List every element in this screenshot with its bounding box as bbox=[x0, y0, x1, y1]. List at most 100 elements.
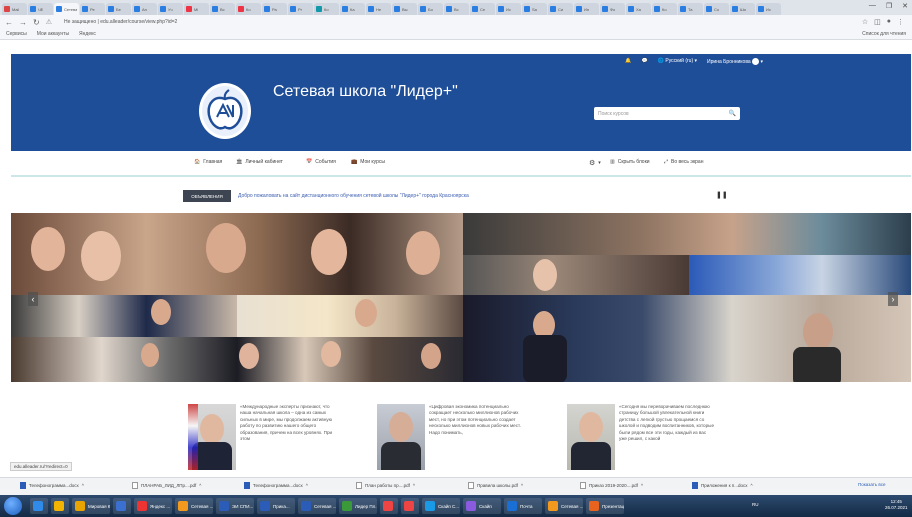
search-icon[interactable]: 🔍 bbox=[729, 110, 736, 117]
browser-tab[interactable]: Со bbox=[704, 3, 729, 15]
browser-tab[interactable]: Бе bbox=[106, 3, 131, 15]
browser-tab[interactable]: Ха bbox=[626, 3, 651, 15]
taskbar-app[interactable] bbox=[401, 498, 419, 514]
system-tray[interactable]: RU bbox=[752, 502, 759, 507]
browser-tab[interactable]: Ан bbox=[132, 3, 157, 15]
taskbar-app[interactable]: Яндекс ... bbox=[134, 498, 172, 514]
taskbar-app[interactable]: Сетевая ... bbox=[175, 498, 213, 514]
taskbar-app[interactable] bbox=[380, 498, 398, 514]
bookmark-accounts[interactable]: Мои аккаунты bbox=[37, 31, 69, 37]
menu-icon[interactable]: ⋮ bbox=[897, 18, 904, 26]
taskbar-app[interactable] bbox=[113, 498, 131, 514]
show-all-downloads-button[interactable]: Показать все bbox=[858, 482, 885, 487]
browser-tab[interactable]: Ра bbox=[262, 3, 287, 15]
reading-list[interactable]: Список для чтения bbox=[862, 31, 906, 37]
maximize-button[interactable]: ❐ bbox=[886, 2, 892, 10]
pause-icon[interactable]: ❚❚ bbox=[716, 191, 728, 199]
browser-tab[interactable]: Ис bbox=[496, 3, 521, 15]
download-item[interactable]: Телефонограмма...docx ^ bbox=[244, 482, 308, 489]
chevron-up-icon[interactable]: ^ bbox=[641, 483, 643, 488]
chevron-up-icon[interactable]: ^ bbox=[199, 483, 201, 488]
browser-tab[interactable]: Не bbox=[366, 3, 391, 15]
browser-tab[interactable]: Вы bbox=[392, 3, 417, 15]
taskbar-app[interactable]: Скайп С... bbox=[422, 498, 460, 514]
chevron-up-icon[interactable]: ^ bbox=[306, 483, 308, 488]
chevron-up-icon[interactable]: ^ bbox=[413, 483, 415, 488]
bookmark-apps[interactable]: Сервисы bbox=[6, 31, 27, 37]
download-item[interactable]: Приказ 2019-2020....pdf ^ bbox=[580, 482, 643, 489]
browser-tab[interactable]: Mi bbox=[184, 3, 209, 15]
browser-tab[interactable]: Ин bbox=[574, 3, 599, 15]
chevron-up-icon[interactable]: ^ bbox=[521, 483, 523, 488]
language-indicator[interactable]: RU bbox=[752, 502, 759, 507]
extension-icon[interactable]: ◫ bbox=[874, 18, 881, 26]
download-item[interactable]: План работы пр....pdf ^ bbox=[356, 482, 415, 489]
download-item[interactable]: Правила школы.pdf ^ bbox=[468, 482, 523, 489]
taskbar-app[interactable]: Презентация... bbox=[586, 498, 624, 514]
taskbar-app[interactable]: Почта bbox=[504, 498, 542, 514]
taskbar-app[interactable]: Скайп bbox=[463, 498, 501, 514]
taskbar-app[interactable]: Сетевая ... bbox=[298, 498, 336, 514]
photo-carousel[interactable] bbox=[11, 213, 911, 382]
nav-events[interactable]: 📅 События bbox=[306, 159, 336, 165]
chevron-up-icon[interactable]: ^ bbox=[82, 483, 84, 488]
back-icon[interactable]: ← bbox=[5, 18, 13, 27]
browser-tab[interactable]: Вс bbox=[444, 3, 469, 15]
browser-tab[interactable]: Ко bbox=[652, 3, 677, 15]
browser-tab[interactable]: Бо bbox=[418, 3, 443, 15]
forward-icon[interactable]: → bbox=[19, 18, 27, 27]
browser-tab[interactable]: ЧЕ bbox=[28, 3, 53, 15]
browser-tab[interactable]: Фо bbox=[600, 3, 625, 15]
settings-menu[interactable]: ⚙ ▾ bbox=[589, 159, 601, 167]
browser-tab[interactable]: Ко bbox=[236, 3, 261, 15]
url-field[interactable]: Не защищено | edu.alleader/course/view.p… bbox=[64, 19, 177, 25]
taskbar-app[interactable]: ЭИ СПИ... bbox=[216, 498, 254, 514]
browser-tab[interactable]: Pr bbox=[288, 3, 313, 15]
taskbar-app[interactable]: Сетевая ... bbox=[545, 498, 583, 514]
user-menu[interactable]: Ирина Бронникова ▾ bbox=[707, 57, 763, 65]
clock[interactable]: 12:45 26.07.2021 bbox=[885, 499, 908, 511]
announcement-text[interactable]: Добро пожаловать на сайт дистанционного … bbox=[238, 193, 469, 199]
reload-icon[interactable]: ↻ bbox=[33, 18, 40, 27]
hide-blocks-button[interactable]: ▥ Скрыть блоки bbox=[610, 159, 650, 165]
browser-tab[interactable]: Ка bbox=[340, 3, 365, 15]
browser-tab[interactable]: Се bbox=[470, 3, 495, 15]
browser-tab[interactable]: Вс bbox=[210, 3, 235, 15]
download-item[interactable]: Телефонограмма...docx ^ bbox=[20, 482, 84, 489]
bookmark-yandex[interactable]: Яндекс bbox=[79, 31, 96, 37]
browser-tab[interactable]: Уч bbox=[158, 3, 183, 15]
browser-tab[interactable]: Та bbox=[678, 3, 703, 15]
taskbar-app[interactable]: Лидер Пл... bbox=[339, 498, 377, 514]
taskbar-app[interactable]: Прика... bbox=[257, 498, 295, 514]
chevron-up-icon[interactable]: ^ bbox=[751, 483, 753, 488]
browser-tab[interactable]: Сетевая bbox=[54, 3, 79, 15]
profile-icon[interactable]: ● bbox=[887, 18, 891, 26]
browser-tab[interactable]: Mail bbox=[2, 3, 27, 15]
browser-tab[interactable]: Sa bbox=[522, 3, 547, 15]
browser-tab[interactable]: Ко bbox=[314, 3, 339, 15]
minimize-button[interactable]: — bbox=[869, 2, 876, 10]
not-secure-icon[interactable]: ⚠ bbox=[46, 18, 52, 26]
taskbar-app[interactable] bbox=[51, 498, 69, 514]
nav-my-courses[interactable]: 💼 Мои курсы bbox=[351, 159, 385, 165]
taskbar-app[interactable] bbox=[30, 498, 48, 514]
notification-bell-icon[interactable]: 🔔 bbox=[625, 58, 631, 64]
carousel-prev-button[interactable]: ‹ bbox=[28, 292, 38, 306]
nav-home[interactable]: 🏠 Главная bbox=[194, 159, 222, 165]
taskbar-app[interactable]: Мировая К... bbox=[72, 498, 110, 514]
carousel-next-button[interactable]: › bbox=[888, 292, 898, 306]
download-item[interactable]: ПЛАНРАБ_ЛИД_ЛПр....pdf ^ bbox=[132, 482, 201, 489]
browser-tab[interactable]: Ис bbox=[756, 3, 781, 15]
close-button[interactable]: ✕ bbox=[902, 2, 908, 10]
course-search-input[interactable]: Поиск курсов 🔍 bbox=[594, 107, 740, 120]
nav-cabinet[interactable]: 🏛 Личный кабинет bbox=[236, 159, 283, 165]
start-button[interactable] bbox=[4, 497, 22, 515]
messages-icon[interactable]: 💬 bbox=[642, 58, 648, 64]
browser-tab[interactable]: Ре bbox=[80, 3, 105, 15]
language-menu[interactable]: 🌐 Русский (ru) ▾ bbox=[658, 58, 697, 64]
browser-tab[interactable]: Ши bbox=[730, 3, 755, 15]
star-icon[interactable]: ☆ bbox=[862, 18, 868, 26]
browser-tab[interactable]: Си bbox=[548, 3, 573, 15]
school-logo[interactable] bbox=[199, 83, 251, 139]
download-item[interactable]: Приложения к п...docx ^ bbox=[692, 482, 753, 489]
